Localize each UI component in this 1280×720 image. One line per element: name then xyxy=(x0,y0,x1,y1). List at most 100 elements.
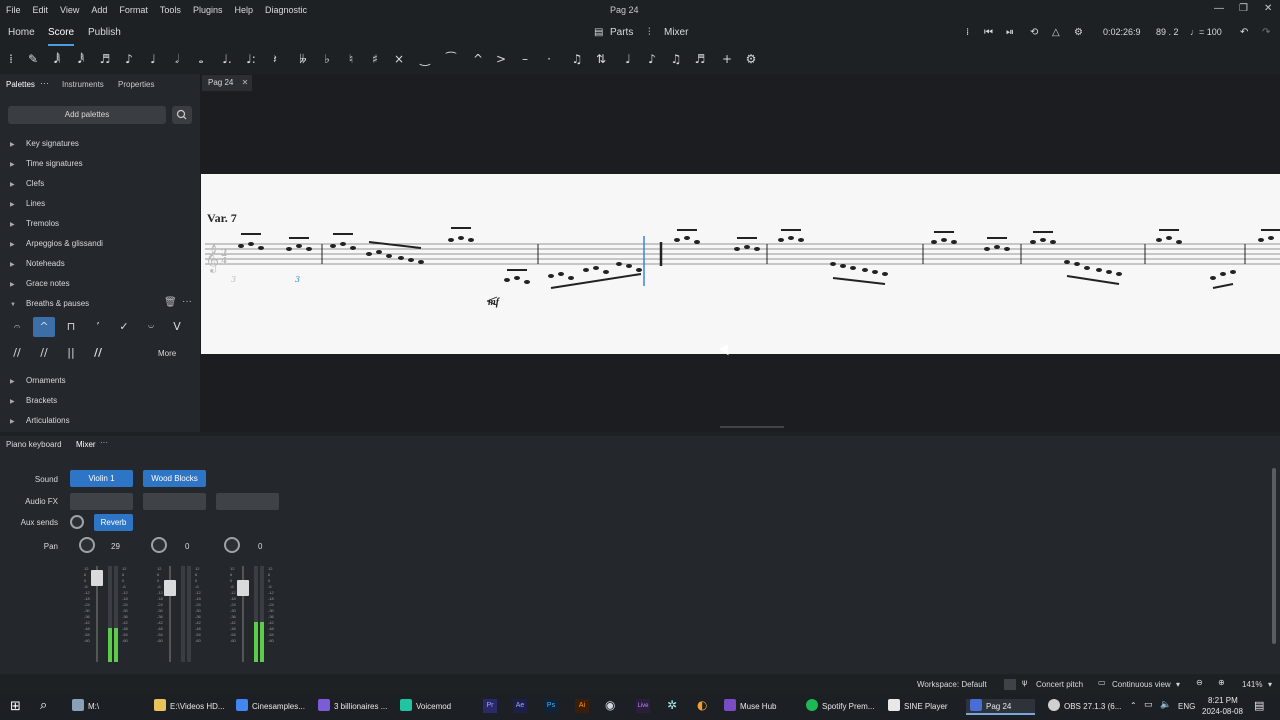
photoshop-icon[interactable]: Ps xyxy=(544,699,558,713)
palette-breaths-pauses[interactable]: ▼ Breaths & pauses xyxy=(10,299,89,308)
redo-icon[interactable]: ↷ xyxy=(1262,27,1270,38)
32nd-note-icon[interactable]: 𝅘𝅥𝅱 xyxy=(72,51,90,67)
channel-1-audio-fx-slot[interactable] xyxy=(70,493,133,510)
menu-file[interactable]: File xyxy=(0,5,27,15)
score-view[interactable]: Pag 24 ✕ Var. 7 𝄞 2 4 3 3 mf xyxy=(200,74,1280,432)
concert-pitch-label[interactable]: Concert pitch xyxy=(1036,680,1083,689)
taskbar-item[interactable]: Muse Hub xyxy=(724,699,776,715)
language-indicator[interactable]: ENG xyxy=(1178,702,1195,711)
mixer-button[interactable]: Mixer xyxy=(664,27,688,38)
pencil-icon[interactable]: ✎ xyxy=(24,51,42,67)
staff-notation[interactable]: 𝄞 2 4 3 3 xyxy=(201,174,1280,354)
menu-format[interactable]: Format xyxy=(113,5,154,15)
after-effects-icon[interactable]: Ae xyxy=(513,699,527,713)
score-tab[interactable]: Pag 24 ✕ xyxy=(202,75,252,91)
square-fermata-icon[interactable]: ⊓ xyxy=(60,317,82,337)
taskbar-item[interactable]: SINE Player xyxy=(888,699,948,715)
channel-1-sound-button[interactable]: Violin 1 xyxy=(70,470,133,487)
tab-piano-keyboard[interactable]: Piano keyboard xyxy=(6,440,62,449)
horizontal-scrollbar[interactable] xyxy=(720,426,784,428)
more-options-icon[interactable]: ··· xyxy=(40,78,49,88)
taskbar-item[interactable]: Cinesamples... xyxy=(236,699,305,715)
minimize-button[interactable]: — xyxy=(1214,3,1224,14)
channel-1-pan-knob[interactable] xyxy=(79,537,95,553)
fermata-icon[interactable]: 𝄐 xyxy=(6,317,28,337)
straight-caesura-icon[interactable]: || xyxy=(60,343,82,363)
zoom-in-icon[interactable]: ⊕ xyxy=(1218,678,1225,687)
palette-arpeggios[interactable]: ▶ Arpeggios & glissandi xyxy=(10,239,103,248)
palette-key-signatures[interactable]: ▶ Key signatures xyxy=(10,139,79,148)
zoom-level[interactable]: 141% xyxy=(1242,680,1262,689)
menu-diagnostic[interactable]: Diagnostic xyxy=(259,5,313,15)
maximize-button[interactable]: ❐ xyxy=(1239,3,1248,14)
menu-plugins[interactable]: Plugins xyxy=(187,5,229,15)
play-icon[interactable]: ⏯ xyxy=(1006,27,1014,38)
notifications-icon[interactable]: ▤ xyxy=(1254,699,1264,712)
tray-expand-icon[interactable]: ⌃ xyxy=(1130,701,1137,710)
rest-icon[interactable]: 𝄽 xyxy=(266,51,284,67)
palette-search-button[interactable] xyxy=(172,106,192,124)
quarter-note-icon[interactable]: ♩ xyxy=(144,51,162,67)
add-palettes-button[interactable]: Add palettes xyxy=(8,106,166,124)
tab-mixer[interactable]: Mixer xyxy=(76,440,96,449)
premiere-icon[interactable]: Pr xyxy=(483,699,497,713)
palette-brackets[interactable]: ▶ Brackets xyxy=(10,396,57,405)
whole-note-icon[interactable]: 𝅝 xyxy=(192,51,210,67)
search-icon[interactable]: ⌕ xyxy=(40,698,47,713)
channel-3-fader[interactable] xyxy=(212,566,272,666)
double-flat-icon[interactable]: 𝄫 xyxy=(294,51,312,67)
close-button[interactable]: ✕ xyxy=(1264,3,1272,14)
taskbar-item[interactable]: E:\Videos HD... xyxy=(154,699,225,715)
app-icon[interactable]: ✲ xyxy=(667,698,677,712)
voice-3-icon[interactable]: ♫ xyxy=(667,51,685,67)
rewind-icon[interactable]: ⏮ xyxy=(984,27,993,38)
zoom-out-icon[interactable]: ⊖ xyxy=(1196,678,1203,687)
concert-pitch-toggle[interactable] xyxy=(1004,679,1016,690)
workspace-selector[interactable]: Workspace: Default xyxy=(917,680,987,689)
staccato-icon[interactable]: · xyxy=(540,51,558,67)
taskbar-item[interactable]: OBS 27.1.3 (6... xyxy=(1048,699,1121,715)
thick-caesura-icon[interactable]: // xyxy=(87,343,109,363)
windows-start-icon[interactable]: ⊞ xyxy=(10,699,21,714)
palette-clefs[interactable]: ▶ Clefs xyxy=(10,179,44,188)
voice-1-icon[interactable]: ♩ xyxy=(619,51,637,67)
sharp-icon[interactable]: ♯ xyxy=(366,51,384,67)
fader-handle[interactable] xyxy=(164,580,176,596)
clock-time[interactable]: 8:21 PM xyxy=(1208,696,1238,705)
marcato-icon[interactable]: ^ xyxy=(469,51,487,67)
tab-home[interactable]: Home xyxy=(8,27,35,38)
double-dot-icon[interactable]: ♩: xyxy=(242,51,260,67)
channel-3-audio-fx-slot[interactable] xyxy=(216,493,279,510)
taskbar-item[interactable]: Spotify Prem... xyxy=(806,699,874,715)
settings-icon[interactable]: ⚙ xyxy=(742,51,760,67)
playback-settings-icon[interactable]: ⚙ xyxy=(1074,27,1083,38)
undo-icon[interactable]: ↶ xyxy=(1240,27,1248,38)
blender-icon[interactable]: ◐ xyxy=(697,698,707,712)
close-tab-icon[interactable]: ✕ xyxy=(242,78,249,87)
tie-icon[interactable]: ‿ xyxy=(416,51,434,67)
curved-caesura-icon[interactable]: // xyxy=(33,343,55,363)
long-fermata-icon[interactable]: ^ xyxy=(33,317,55,337)
fader-handle[interactable] xyxy=(237,580,249,596)
double-sharp-icon[interactable]: × xyxy=(390,51,408,67)
trash-icon[interactable]: 🗑 xyxy=(164,297,177,308)
metronome-icon[interactable]: △ xyxy=(1052,27,1060,38)
channel-2-sound-button[interactable]: Wood Blocks xyxy=(143,470,206,487)
illustrator-icon[interactable]: Ai xyxy=(575,699,589,713)
aux-send-knob[interactable] xyxy=(70,515,84,529)
more-options-icon[interactable]: ··· xyxy=(182,296,192,307)
dynamic-marking[interactable]: mf xyxy=(488,297,499,308)
clock-date[interactable]: 2024-08-08 xyxy=(1202,707,1243,716)
16th-note-icon[interactable]: ♬ xyxy=(96,51,114,67)
half-note-icon[interactable]: 𝅗𝅥 xyxy=(168,51,186,67)
palette-grace-notes[interactable]: ▶ Grace notes xyxy=(10,279,70,288)
tenuto-icon[interactable]: – xyxy=(516,51,534,67)
short-fermata-icon[interactable]: 𝄑 xyxy=(140,317,162,337)
64th-note-icon[interactable]: 𝅘𝅥𝅲 xyxy=(48,51,66,67)
menu-help[interactable]: Help xyxy=(228,5,259,15)
tab-palettes[interactable]: Palettes xyxy=(6,80,35,89)
caesura-icon[interactable]: // xyxy=(6,343,28,363)
channel-2-audio-fx-slot[interactable] xyxy=(143,493,206,510)
tab-instruments[interactable]: Instruments xyxy=(62,80,104,89)
more-button[interactable]: More xyxy=(158,349,176,358)
